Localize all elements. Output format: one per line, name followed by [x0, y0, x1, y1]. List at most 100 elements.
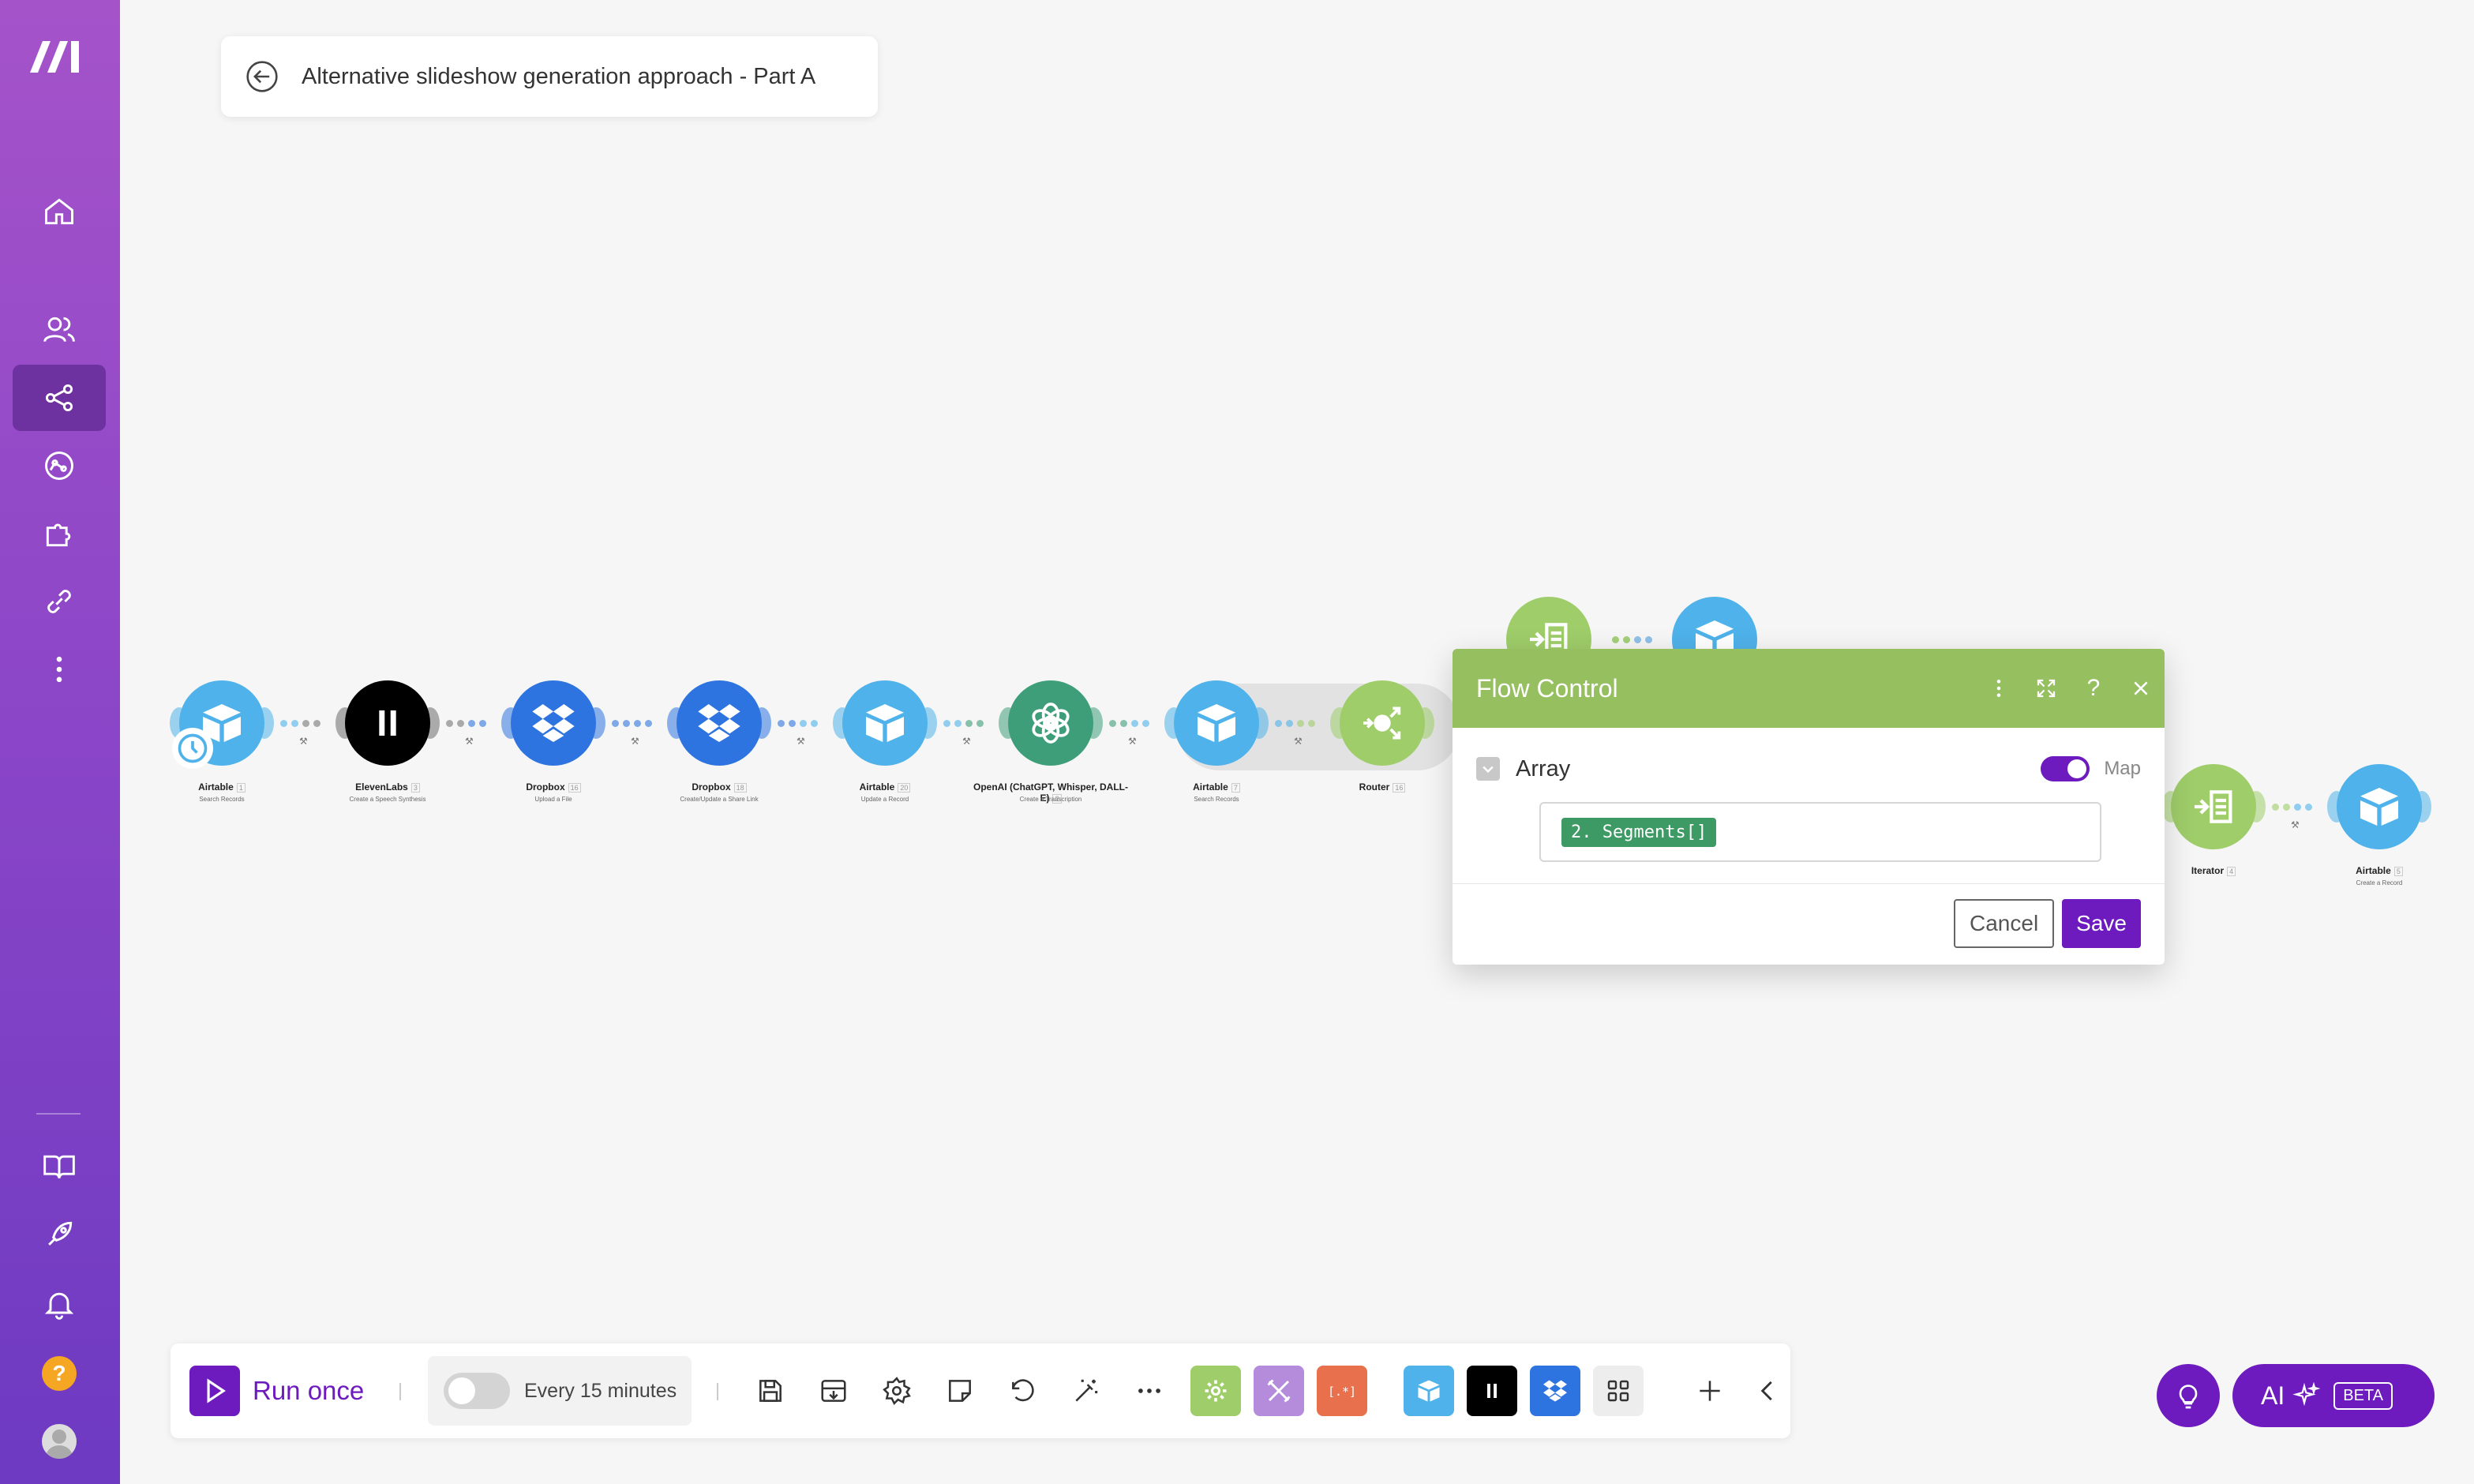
add-module-button[interactable] [1685, 1366, 1735, 1416]
module-label: Airtable 7 [1130, 781, 1303, 793]
module-index: 20 [898, 783, 911, 793]
dropbox-icon [1543, 1380, 1567, 1402]
auto-align-tool-button[interactable] [1061, 1366, 1111, 1416]
collapse-toolbar-button[interactable] [1748, 1366, 1787, 1416]
chevron-left-icon [1760, 1381, 1772, 1401]
filter-wrench-icon[interactable]: ⚒ [962, 736, 971, 747]
module-name: Airtable [198, 781, 234, 793]
magic-wand-icon [1075, 1379, 1098, 1402]
back-arrow-icon[interactable] [245, 59, 279, 94]
panel-expand-button[interactable] [2022, 665, 2070, 712]
module-node[interactable] [2337, 764, 2422, 849]
filter-wrench-icon[interactable]: ⚒ [631, 736, 639, 747]
sidebar-item-profile[interactable] [13, 1408, 106, 1475]
module-node[interactable] [677, 680, 762, 766]
plus-icon [1700, 1381, 1720, 1401]
book-icon [43, 1155, 75, 1179]
dropbox-icon [532, 704, 575, 742]
play-icon [189, 1366, 240, 1416]
filter-wrench-icon[interactable]: ⚒ [797, 736, 805, 747]
help-glyph: ? [52, 1361, 66, 1385]
module-node[interactable] [2171, 764, 2256, 849]
make-logo-icon[interactable] [27, 35, 87, 83]
schedule-label[interactable]: Every 15 minutes [524, 1380, 677, 1403]
sidebar-item-connections[interactable] [13, 568, 106, 635]
schedule-clock-icon[interactable] [172, 728, 213, 769]
more-tool-button[interactable] [1124, 1366, 1175, 1416]
run-once-button[interactable]: Run once [189, 1366, 364, 1416]
quick-module-airtable[interactable] [1404, 1366, 1454, 1416]
airtable-icon [2360, 788, 2398, 826]
module-node[interactable] [842, 680, 928, 766]
module-name: ElevenLabs [355, 781, 408, 793]
sidebar-item-notifications[interactable] [13, 1271, 106, 1337]
airtable-icon [866, 704, 904, 742]
filter-wrench-icon[interactable]: ⚒ [2291, 819, 2300, 830]
toolbar-separator [717, 1383, 718, 1400]
module-label: Airtable 5 [2292, 865, 2466, 876]
module-node[interactable] [1008, 680, 1093, 766]
mapped-value-pill[interactable]: 2. Segments[] [1561, 817, 1717, 847]
settings-tool-button[interactable] [872, 1366, 922, 1416]
sidebar-item-home[interactable] [13, 178, 106, 245]
module-node[interactable] [1340, 680, 1425, 766]
sidebar-item-docs[interactable] [13, 1134, 106, 1200]
quick-module-dropbox[interactable] [1530, 1366, 1580, 1416]
notes-tool-button[interactable] [935, 1366, 985, 1416]
flow-control-panel: Flow Control ? Array Map 2. Segments[] C… [1453, 649, 2165, 965]
panel-close-button[interactable] [2117, 665, 2165, 712]
module-index: 18 [733, 783, 747, 793]
filter-wrench-icon[interactable]: ⚒ [1128, 736, 1137, 747]
module-index: 16 [1393, 783, 1406, 793]
scenario-title[interactable]: Alternative slideshow generation approac… [302, 64, 815, 90]
avatar-icon [42, 1424, 77, 1459]
svg-text:[.*]: [.*] [1328, 1385, 1356, 1399]
array-input[interactable]: 2. Segments[] [1539, 802, 2101, 862]
filter-wrench-icon[interactable]: ⚒ [465, 736, 474, 747]
module-node[interactable] [1174, 680, 1259, 766]
cancel-button[interactable]: Cancel [1954, 899, 2055, 948]
module-node[interactable] [345, 680, 430, 766]
panel-menu-button[interactable] [1975, 665, 2022, 712]
filter-wrench-icon[interactable]: ⚒ [299, 736, 308, 747]
sidebar-divider [36, 1113, 81, 1115]
quick-module-text-parser[interactable]: [.*] [1317, 1366, 1367, 1416]
array-field-label: Array [1516, 755, 1571, 781]
sidebar-item-help[interactable]: ? [13, 1340, 106, 1407]
schedule-control[interactable]: Every 15 minutes [428, 1356, 692, 1426]
quick-module-elevenlabs[interactable] [1467, 1366, 1517, 1416]
module-action: Upload a File [534, 796, 572, 803]
hints-button[interactable] [2157, 1364, 2220, 1427]
module-label: Router 16 [1295, 781, 1469, 793]
sidebar-item-more[interactable] [13, 636, 106, 703]
save-button[interactable]: Save [2062, 899, 2141, 948]
quick-module-all-apps[interactable] [1593, 1366, 1644, 1416]
module-name: Airtable [859, 781, 895, 793]
import-tool-button[interactable] [808, 1366, 859, 1416]
panel-help-button[interactable]: ? [2070, 665, 2117, 712]
sidebar-item-ai[interactable] [13, 433, 106, 499]
schedule-toggle[interactable] [444, 1373, 510, 1409]
sidebar-item-apps[interactable] [13, 500, 106, 567]
filter-wrench-icon[interactable]: ⚒ [1294, 736, 1303, 747]
quick-module-tools[interactable] [1190, 1366, 1241, 1416]
help-icon: ? [42, 1356, 77, 1391]
module-connector [778, 720, 818, 727]
sparkles-icon [2292, 1381, 2321, 1407]
save-tool-button[interactable] [745, 1366, 796, 1416]
panel-title: Flow Control [1476, 673, 1618, 703]
module-connector [2272, 804, 2312, 811]
module-node[interactable] [511, 680, 596, 766]
panel-body: Array Map 2. Segments[] [1453, 728, 2165, 884]
undo-tool-button[interactable] [998, 1366, 1048, 1416]
module-index: 4 [2227, 867, 2236, 876]
sidebar-item-launch[interactable] [13, 1201, 106, 1268]
quick-module-flow-control[interactable] [1254, 1366, 1304, 1416]
sidebar-item-scenarios[interactable] [13, 365, 106, 431]
module-name: Airtable [2356, 865, 2391, 876]
notes-icon [949, 1380, 971, 1402]
array-collapse-checkbox[interactable] [1476, 757, 1500, 781]
map-toggle[interactable] [2041, 756, 2090, 781]
sidebar-item-team[interactable] [13, 297, 106, 363]
ai-assistant-button[interactable]: AI BETA [2232, 1364, 2435, 1427]
